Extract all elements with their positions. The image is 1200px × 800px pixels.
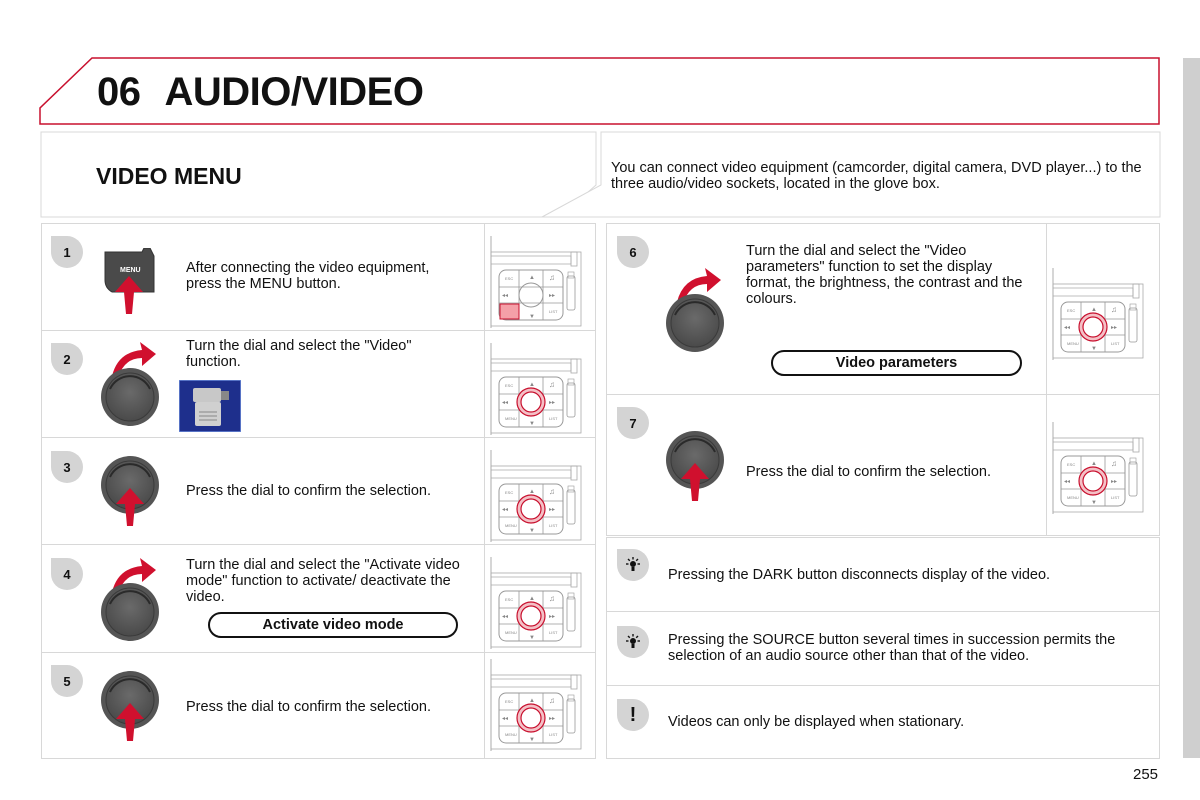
step-number-badge: 7	[617, 407, 649, 439]
note-text: Pressing the SOURCE button several times…	[668, 632, 1116, 664]
tip-lightbulb-icon	[617, 549, 649, 581]
step-number-badge: 5	[51, 665, 83, 697]
note-text: Videos can only be displayed when statio…	[668, 714, 965, 730]
section-title: VIDEO MENU	[96, 163, 242, 189]
control-panel-dial-highlight-icon	[1052, 421, 1144, 515]
menu-button-press-icon: MENU	[104, 248, 155, 314]
dial-icon	[665, 293, 725, 353]
dial-icon	[100, 367, 160, 427]
control-panel-dial-highlight-icon	[1052, 267, 1144, 361]
tip-lightbulb-icon	[617, 626, 649, 658]
step-text: Press the dial to confirm the selection.	[746, 464, 992, 480]
step-number-badge: 1	[51, 236, 83, 268]
video-camera-icon	[179, 380, 241, 432]
page-number: 255	[1133, 766, 1159, 783]
step-number-badge: 6	[617, 236, 649, 268]
control-panel-dial-highlight-icon	[490, 449, 582, 543]
press-arrow-icon	[116, 703, 144, 741]
note-text: Pressing the DARK button disconnects dis…	[668, 567, 1051, 583]
activate-video-mode-option[interactable]: Activate video mode	[208, 612, 458, 638]
step-text: Turn the dial and select the "Video" fun…	[186, 338, 412, 370]
row-divider	[607, 611, 1159, 612]
intro-text: You can connect video equipment (camcord…	[611, 160, 1142, 192]
row-divider	[607, 685, 1159, 686]
column-divider	[484, 224, 485, 758]
control-panel-dial-highlight-icon	[490, 342, 582, 436]
step-number-badge: 3	[51, 451, 83, 483]
control-panel-dial-highlight-icon	[490, 556, 582, 650]
press-arrow-icon	[116, 488, 144, 526]
step-number-badge: 4	[51, 558, 83, 590]
warning-exclamation-icon: !	[617, 699, 649, 731]
video-parameters-option[interactable]: Video parameters	[771, 350, 1022, 376]
column-divider	[1046, 224, 1047, 535]
step-number-badge: 2	[51, 343, 83, 375]
svg-text:MENU: MENU	[120, 267, 141, 274]
step-text: Turn the dial and select the "Activate v…	[186, 557, 460, 605]
control-panel-menu-highlight-icon	[490, 235, 582, 329]
control-panel-dial-highlight-icon	[490, 658, 582, 752]
step-text: Press the dial to confirm the selection.	[186, 699, 432, 715]
row-divider	[607, 394, 1159, 395]
intro-panel-frame	[40, 131, 1161, 218]
press-arrow-icon	[681, 463, 709, 501]
step-text: Press the dial to confirm the selection.	[186, 483, 432, 499]
dial-icon	[100, 582, 160, 642]
step-text: After connecting the video equipment, pr…	[186, 260, 430, 292]
step-text: Turn the dial and select the "Video para…	[746, 243, 1023, 307]
